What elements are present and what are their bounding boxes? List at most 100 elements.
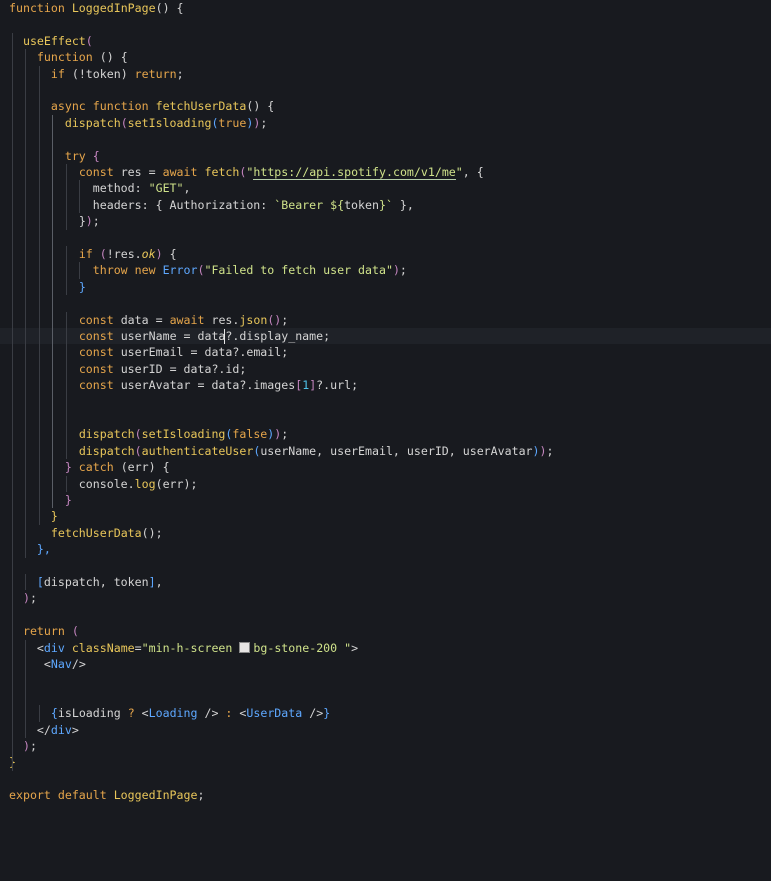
- code-line[interactable]: [0, 131, 771, 147]
- code-line[interactable]: method: "GET",: [0, 180, 771, 196]
- code-token: !res.: [106, 247, 142, 261]
- code-token: LoggedInPage: [113, 788, 198, 803]
- code-token: await: [169, 312, 212, 327]
- code-token: (!token): [71, 66, 135, 81]
- code-token: ;: [29, 739, 37, 753]
- code-line[interactable]: [0, 771, 771, 787]
- code-line[interactable]: [0, 82, 771, 98]
- code-line[interactable]: dispatch(setIsloading(true));: [0, 115, 771, 131]
- code-token: (err) {: [120, 460, 170, 475]
- code-line[interactable]: throw new Error("Failed to fetch user da…: [0, 262, 771, 278]
- code-token: LoggedInPage: [71, 1, 156, 15]
- code-line[interactable]: console.log(err);: [0, 476, 771, 492]
- code-line[interactable]: }: [0, 508, 771, 524]
- code-line[interactable]: }: [0, 279, 771, 295]
- code-token: Error: [162, 263, 198, 278]
- code-line[interactable]: const userName = data?.display_name;: [0, 328, 771, 344]
- code-line[interactable]: {isLoading ? <Loading /> : <UserData />}: [0, 705, 771, 721]
- code-token: (: [71, 624, 79, 639]
- code-token: "min-h-screen: [141, 640, 240, 655]
- code-token: />: [204, 706, 219, 721]
- code-token: }: [78, 214, 86, 229]
- code-line[interactable]: const res = await fetch("https://api.spo…: [0, 164, 771, 180]
- color-swatch-icon[interactable]: [239, 641, 251, 653]
- code-line[interactable]: try {: [0, 148, 771, 164]
- code-line[interactable]: const userAvatar = data?.images[1]?.url;: [0, 377, 771, 393]
- code-line[interactable]: );: [0, 590, 771, 606]
- code-line[interactable]: if (!res.ok) {: [0, 246, 771, 262]
- code-line[interactable]: );: [0, 738, 771, 754]
- code-line[interactable]: [0, 394, 771, 410]
- indent-guide: [79, 180, 80, 214]
- code-line[interactable]: [0, 558, 771, 574]
- code-line[interactable]: [dispatch, token],: [0, 574, 771, 590]
- indent-guide: [38, 65, 40, 525]
- code-line[interactable]: const data = await res.json();: [0, 312, 771, 328]
- code-line[interactable]: dispatch(setIsloading(false));: [0, 426, 771, 442]
- code-line[interactable]: const userEmail = data?.email;: [0, 344, 771, 360]
- code-line[interactable]: }: [0, 492, 771, 508]
- code-token: ?: [127, 706, 142, 721]
- code-line[interactable]: headers: { Authorization: `Bearer ${toke…: [0, 197, 771, 213]
- code-token: ": [455, 165, 463, 179]
- code-token: Nav: [50, 657, 72, 671]
- code-token: ): [539, 443, 547, 458]
- code-token: function: [9, 1, 72, 15]
- code-token: json: [239, 312, 268, 327]
- code-line[interactable]: dispatch(authenticateUser(userName, user…: [0, 443, 771, 459]
- code-line[interactable]: [0, 295, 771, 311]
- code-token: setIsloading: [127, 115, 212, 130]
- code-token: () {: [155, 1, 184, 15]
- code-token: const: [78, 361, 121, 376]
- code-line[interactable]: const userID = data?.id;: [0, 361, 771, 377]
- code-line[interactable]: return (: [0, 623, 771, 639]
- code-token: ;: [92, 214, 100, 229]
- code-line[interactable]: useEffect(: [0, 33, 771, 49]
- code-line[interactable]: [0, 607, 771, 623]
- code-editor[interactable]: function LoggedInPage() { useEffect( fun…: [0, 0, 771, 881]
- code-token: if: [50, 66, 72, 81]
- code-token: ): [22, 591, 30, 606]
- code-line[interactable]: async function fetchUserData() {: [0, 98, 771, 114]
- code-line[interactable]: <div className="min-h-screen bg-stone-20…: [0, 640, 771, 656]
- code-line[interactable]: [0, 410, 771, 426]
- code-line[interactable]: [0, 16, 771, 32]
- code-token: if: [78, 247, 100, 261]
- code-line[interactable]: </div>: [0, 722, 771, 738]
- code-line[interactable]: <Nav/>: [0, 656, 771, 672]
- code-token: div: [43, 640, 72, 655]
- code-token: ;: [281, 312, 289, 327]
- code-token: ;: [546, 443, 554, 458]
- code-token: `Bearer ${: [274, 197, 345, 212]
- code-token: userName = data?.display_name;: [120, 329, 331, 343]
- code-line[interactable]: },: [0, 541, 771, 557]
- code-line[interactable]: export default LoggedInPage;: [0, 787, 771, 803]
- code-line[interactable]: [0, 672, 771, 688]
- code-token: [: [36, 575, 44, 589]
- code-line[interactable]: if (!token) return;: [0, 66, 771, 82]
- code-line[interactable]: } catch (err) {: [0, 459, 771, 475]
- code-line[interactable]: fetchUserData();: [0, 525, 771, 541]
- code-line[interactable]: function () {: [0, 49, 771, 65]
- code-token: res =: [120, 165, 163, 179]
- code-token: />: [71, 657, 86, 671]
- code-line[interactable]: }: [0, 754, 771, 770]
- code-token: dispatch: [78, 443, 135, 458]
- code-line[interactable]: });: [0, 213, 771, 229]
- code-line[interactable]: [0, 230, 771, 246]
- code-token: ();: [141, 525, 163, 540]
- code-line[interactable]: [0, 689, 771, 705]
- code-line[interactable]: function LoggedInPage() {: [0, 0, 771, 16]
- code-token: , {: [462, 165, 484, 179]
- code-token: }: [64, 460, 72, 475]
